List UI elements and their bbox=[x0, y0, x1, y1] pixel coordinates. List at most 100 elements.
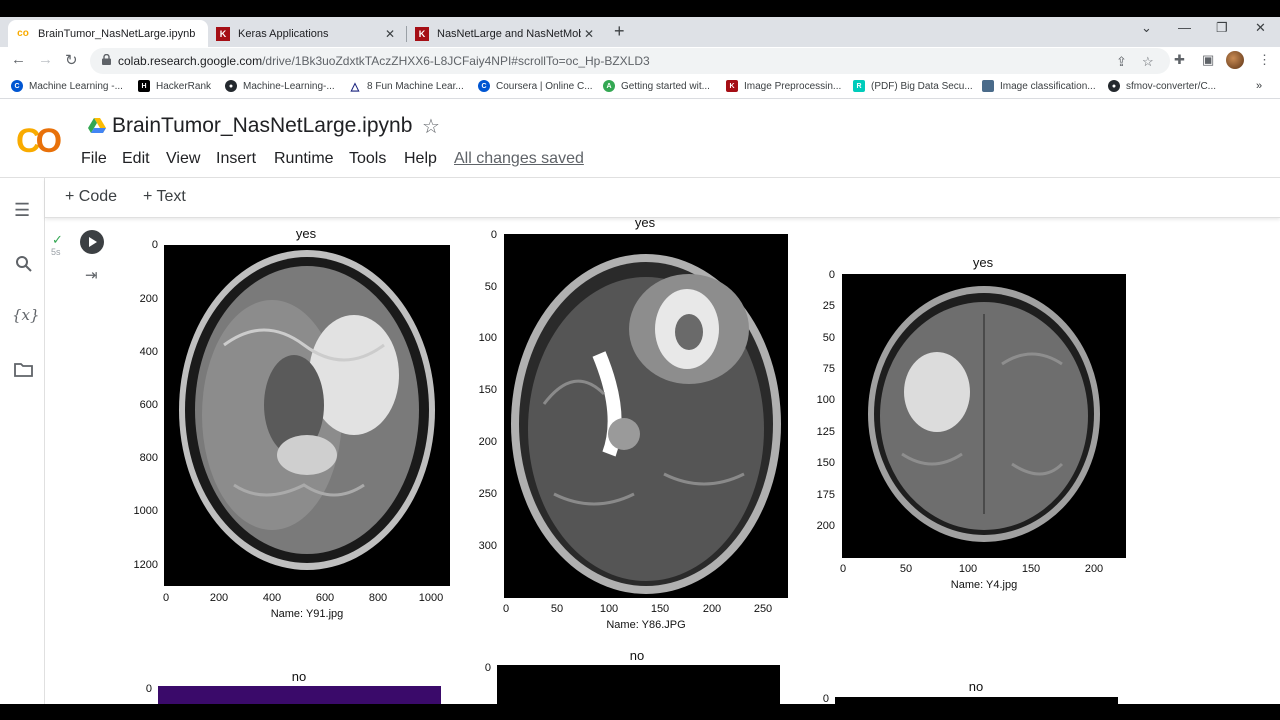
y-tick-label: 0 bbox=[484, 662, 491, 674]
menu-help[interactable]: Help bbox=[404, 150, 437, 168]
mri-image bbox=[158, 686, 441, 706]
address-bar[interactable]: colab.research.google.com/drive/1Bk3uoZd… bbox=[90, 48, 1170, 74]
y-tick-label: 50 bbox=[484, 281, 497, 293]
x-tick-label: 50 bbox=[899, 563, 913, 575]
folder-icon[interactable] bbox=[14, 362, 33, 377]
y-tick-label: 150 bbox=[816, 457, 835, 469]
y-tick-label: 125 bbox=[816, 426, 835, 438]
mri-scan-image bbox=[511, 254, 781, 594]
mri-image bbox=[164, 245, 450, 586]
y-tick-label: 1000 bbox=[133, 505, 158, 517]
bookmark-item[interactable]: ● Machine-Learning-... bbox=[225, 80, 335, 92]
menu-runtime[interactable]: Runtime bbox=[274, 150, 334, 168]
y-tick-label: 200 bbox=[478, 436, 497, 448]
bookmark-item[interactable]: R (PDF) Big Data Secu... bbox=[853, 80, 973, 92]
bookmark-item[interactable]: ● sfmov-converter/C... bbox=[1108, 80, 1216, 92]
y-tick-label: 0 bbox=[145, 683, 152, 695]
x-tick-label: 800 bbox=[368, 592, 388, 604]
researchgate-icon: R bbox=[853, 80, 865, 92]
tab-strip: co BrainTumor_NasNetLarge.ipynb K Keras … bbox=[0, 17, 1280, 47]
more-menu-icon[interactable]: ⋮ bbox=[1258, 52, 1271, 68]
y-tick-label: 100 bbox=[478, 332, 497, 344]
table-of-contents-icon[interactable]: ☰ bbox=[14, 200, 30, 221]
add-code-button[interactable]: + Code bbox=[65, 188, 117, 206]
menu-view[interactable]: View bbox=[166, 150, 200, 168]
window-close-icon[interactable]: ✕ bbox=[1255, 20, 1266, 36]
y-tick-label: 100 bbox=[816, 394, 835, 406]
y-tick-label: 1200 bbox=[133, 559, 158, 571]
run-cell-button[interactable] bbox=[80, 230, 104, 254]
browser-window: co BrainTumor_NasNetLarge.ipynb K Keras … bbox=[0, 0, 1280, 720]
plot-title: no bbox=[629, 648, 645, 663]
bookmark-item[interactable]: Image classification... bbox=[982, 80, 1096, 92]
plot-title: no bbox=[968, 679, 984, 694]
back-arrow-icon[interactable]: ← bbox=[11, 51, 26, 68]
x-tick-label: 600 bbox=[315, 592, 335, 604]
share-icon[interactable]: ⇪ bbox=[1116, 54, 1127, 70]
extensions-puzzle-icon[interactable]: ✚ bbox=[1174, 52, 1185, 68]
plot-title: no bbox=[291, 669, 307, 684]
tab-title: BrainTumor_NasNetLarge.ipynb bbox=[38, 27, 196, 40]
google-drive-icon[interactable] bbox=[88, 118, 106, 134]
y-tick-label: 0 bbox=[490, 229, 497, 241]
x-tick-label: 0 bbox=[502, 603, 510, 615]
mri-scan-image bbox=[179, 250, 435, 570]
minimize-icon[interactable]: — bbox=[1178, 20, 1191, 35]
bookmark-item[interactable]: C Machine Learning -... bbox=[11, 80, 123, 92]
bookmarks-bar: C Machine Learning -... H HackerRank ● Mach… bbox=[0, 75, 1280, 99]
x-tick-label: 0 bbox=[839, 563, 847, 575]
tab-nasnet[interactable]: K NasNetLarge and NasNetMobile ✕ bbox=[407, 20, 605, 47]
bookmark-item[interactable]: K Image Preprocessin... bbox=[726, 80, 841, 92]
tab-keras-applications[interactable]: K Keras Applications ✕ bbox=[208, 20, 406, 47]
bookmarks-overflow-icon[interactable]: » bbox=[1256, 80, 1262, 92]
restore-icon[interactable]: ❐ bbox=[1216, 20, 1228, 36]
x-tick-label: 100 bbox=[958, 563, 978, 575]
keras-icon: K bbox=[415, 26, 429, 41]
y-tick-label: 800 bbox=[139, 452, 158, 464]
profile-avatar[interactable] bbox=[1226, 51, 1244, 69]
image-name-label: Name: Y91.jpg bbox=[270, 608, 344, 620]
y-tick-label: 75 bbox=[822, 363, 835, 375]
bookmark-item[interactable]: △ 8 Fun Machine Lear... bbox=[349, 80, 464, 93]
bookmark-star-icon[interactable]: ☆ bbox=[1142, 54, 1154, 70]
menu-tools[interactable]: Tools bbox=[349, 150, 386, 168]
menu-insert[interactable]: Insert bbox=[216, 150, 256, 168]
tab-title: NasNetLarge and NasNetMobile bbox=[437, 27, 581, 40]
navigation-bar: ← → ↻ colab.research.google.com/drive/1B… bbox=[0, 47, 1280, 75]
github-icon: ● bbox=[1108, 80, 1120, 92]
save-status[interactable]: All changes saved bbox=[454, 150, 584, 168]
side-panel-icon[interactable]: ▣ bbox=[1202, 52, 1214, 68]
triangle-icon: △ bbox=[350, 80, 360, 93]
y-tick-label: 50 bbox=[822, 332, 835, 344]
forward-arrow-icon[interactable]: → bbox=[38, 51, 53, 68]
bookmark-item[interactable]: H HackerRank bbox=[138, 80, 211, 92]
notebook-toolbar: + Code + Text bbox=[45, 178, 1280, 218]
bookmark-item[interactable]: A Getting started wit... bbox=[603, 80, 710, 92]
reload-icon[interactable]: ↻ bbox=[65, 51, 78, 69]
output-actions-icon[interactable]: ⇥ bbox=[85, 266, 98, 284]
notebook-title[interactable]: BrainTumor_NasNetLarge.ipynb bbox=[112, 114, 412, 138]
search-icon[interactable] bbox=[15, 255, 33, 273]
lock-icon bbox=[102, 54, 111, 65]
close-icon[interactable]: ✕ bbox=[382, 27, 398, 41]
x-tick-label: 200 bbox=[209, 592, 229, 604]
side-rail: ☰ {x} bbox=[0, 178, 45, 704]
mri-image bbox=[497, 665, 780, 705]
y-tick-label: 400 bbox=[139, 346, 158, 358]
menu-file[interactable]: File bbox=[81, 150, 107, 168]
tab-search-chevron-icon[interactable]: ⌄ bbox=[1141, 20, 1152, 36]
menu-edit[interactable]: Edit bbox=[122, 150, 150, 168]
new-tab-plus-icon[interactable]: + bbox=[614, 21, 625, 42]
add-text-button[interactable]: + Text bbox=[143, 188, 186, 206]
variables-icon[interactable]: {x} bbox=[12, 306, 40, 324]
plot-title: yes bbox=[634, 215, 656, 230]
y-tick-label: 200 bbox=[139, 293, 158, 305]
mri-scan-image bbox=[868, 286, 1100, 542]
star-icon[interactable]: ☆ bbox=[422, 114, 440, 139]
url-text: colab.research.google.com/drive/1Bk3uoZd… bbox=[118, 54, 650, 68]
plot-title: yes bbox=[295, 226, 317, 241]
tab-colab-notebook[interactable]: co BrainTumor_NasNetLarge.ipynb bbox=[8, 20, 208, 47]
bookmark-item[interactable]: C Coursera | Online C... bbox=[478, 80, 593, 92]
close-icon[interactable]: ✕ bbox=[581, 27, 597, 41]
colab-logo[interactable]: CO bbox=[16, 122, 62, 161]
